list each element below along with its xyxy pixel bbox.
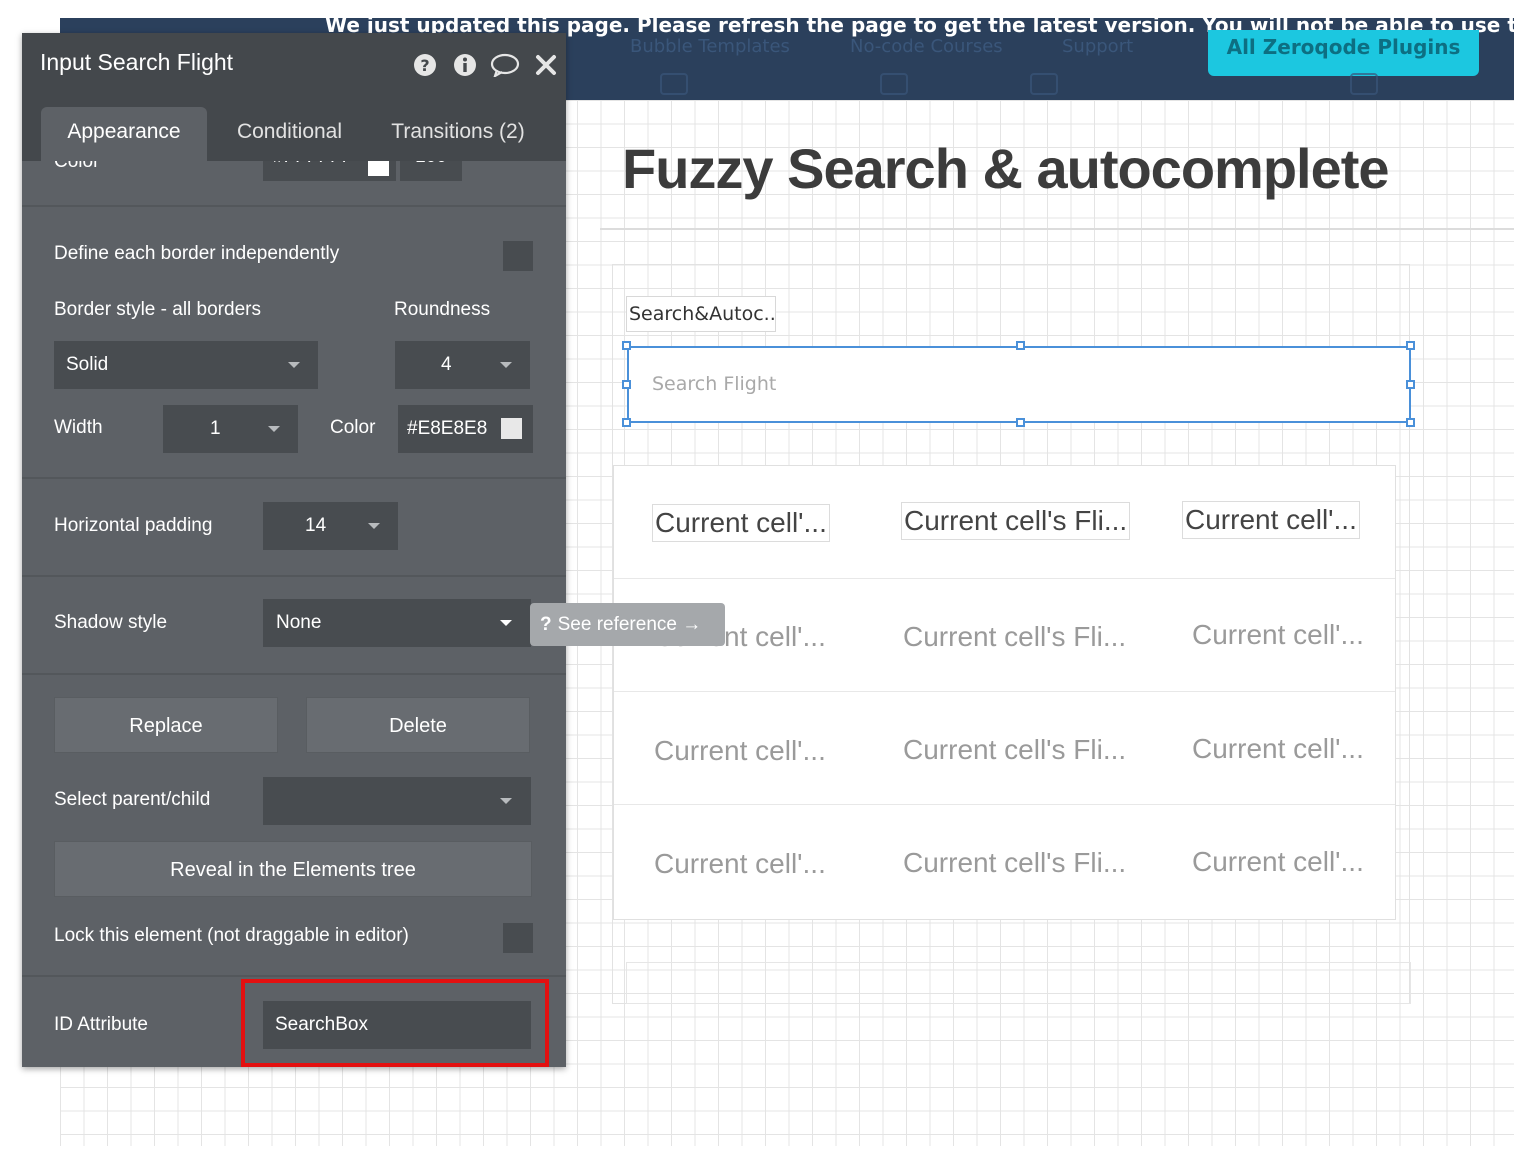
font-color-swatch[interactable]: [368, 161, 389, 176]
repeating-group[interactable]: Current cell'... Current cell's Fli... C…: [613, 465, 1396, 920]
nav-link-bubble-templates[interactable]: Bubble Templates: [630, 36, 790, 57]
border-width-value: 1: [210, 418, 221, 439]
resize-handle-right[interactable]: [1406, 380, 1415, 389]
cell-text[interactable]: Current cell'...: [1182, 501, 1360, 539]
tab-transitions[interactable]: Transitions (2): [378, 107, 538, 161]
resize-handle-bottom[interactable]: [1016, 418, 1025, 427]
info-icon[interactable]: [453, 53, 477, 77]
toolbar-icon: [1350, 73, 1378, 95]
border-style-value: Solid: [66, 354, 109, 375]
toolbar-icon: [660, 73, 688, 95]
svg-text:?: ?: [420, 56, 429, 75]
search-flight-input[interactable]: Search Flight: [627, 346, 1411, 423]
chevron-down-icon: [288, 362, 300, 368]
border-color-field[interactable]: #E8E8E8: [398, 405, 533, 453]
chevron-down-icon: [368, 523, 380, 529]
page-title[interactable]: Fuzzy Search & autocomplete: [622, 136, 1390, 201]
section-divider: [22, 575, 566, 577]
nav-link-no-code-courses[interactable]: No-code Courses: [850, 36, 1003, 57]
border-style-select[interactable]: Solid: [54, 341, 318, 389]
cell-text: Current cell'...: [1192, 846, 1364, 877]
table-row[interactable]: Current cell'... Current cell's Fli... C…: [614, 579, 1395, 692]
close-icon[interactable]: [534, 53, 558, 77]
chevron-down-icon: [500, 620, 512, 626]
cell-text: Current cell'...: [1192, 733, 1364, 764]
section-divider: [22, 975, 566, 977]
cell-text: Current cell'...: [1192, 619, 1364, 650]
border-style-label: Border style - all borders: [54, 299, 261, 320]
resize-handle-top-left[interactable]: [622, 341, 631, 350]
horizontal-padding-label: Horizontal padding: [54, 515, 213, 536]
all-plugins-button[interactable]: All Zeroqode Plugins: [1208, 30, 1479, 76]
lock-element-label: Lock this element (not draggable in edit…: [54, 925, 409, 946]
resize-handle-top-right[interactable]: [1406, 341, 1415, 350]
panel-header[interactable]: Input Search Flight ?: [22, 33, 566, 95]
section-divider: [22, 205, 566, 207]
select-parent-label: Select parent/child: [54, 789, 211, 810]
width-label: Width: [54, 417, 103, 438]
shadow-style-label: Shadow style: [54, 612, 168, 633]
table-row[interactable]: Current cell'... Current cell's Fli... C…: [614, 466, 1395, 579]
clipped-color-row: Color #FFFFFF 100: [22, 161, 566, 181]
tab-conditional[interactable]: Conditional: [222, 107, 357, 161]
see-reference-label: See reference →: [557, 614, 702, 635]
resize-handle-top[interactable]: [1016, 341, 1025, 350]
shadow-style-value: None: [276, 612, 322, 633]
delete-button[interactable]: Delete: [306, 697, 530, 753]
cell-text: Current cell's Fli...: [903, 734, 1127, 765]
chevron-down-icon: [268, 426, 280, 432]
roundness-value: 4: [441, 354, 452, 375]
see-reference-button[interactable]: ? See reference →: [530, 603, 725, 646]
select-parent-dropdown[interactable]: [263, 777, 531, 825]
resize-handle-bottom-left[interactable]: [622, 418, 631, 427]
roundness-select[interactable]: 4: [395, 341, 530, 389]
cell-text[interactable]: Current cell'...: [652, 504, 830, 542]
border-color-label: Color: [330, 417, 376, 438]
id-attribute-label: ID Attribute: [54, 1014, 148, 1035]
question-icon: ?: [540, 614, 552, 635]
font-opacity-field[interactable]: 100: [400, 161, 462, 181]
resize-handle-left[interactable]: [622, 380, 631, 389]
section-divider: [22, 477, 566, 479]
border-width-select[interactable]: 1: [163, 405, 298, 453]
comment-icon[interactable]: [490, 53, 520, 77]
cell-text: Current cell's Fli...: [903, 847, 1127, 878]
cell-text[interactable]: Current cell's Fli...: [901, 502, 1131, 540]
toolbar-icon: [880, 73, 908, 95]
section-divider: [22, 673, 566, 675]
shadow-style-select[interactable]: None: [263, 599, 531, 647]
id-attribute-input[interactable]: SearchBox: [263, 1001, 531, 1049]
panel-title: Input Search Flight: [40, 49, 234, 75]
group-label-element[interactable]: Search&Autoc...: [626, 296, 776, 332]
roundness-label: Roundness: [394, 299, 491, 320]
toolbar-icon: [1030, 73, 1058, 95]
property-editor-panel: Input Search Flight ? Appearance Conditi…: [22, 33, 566, 1067]
define-borders-label: Define each border independently: [54, 243, 340, 264]
chevron-down-icon: [500, 362, 512, 368]
title-divider: [600, 228, 1514, 230]
replace-button[interactable]: Replace: [54, 697, 278, 753]
horizontal-padding-value: 14: [305, 515, 327, 536]
table-row[interactable]: Current cell'... Current cell's Fli... C…: [614, 692, 1395, 805]
reveal-in-tree-button[interactable]: Reveal in the Elements tree: [54, 841, 532, 897]
panel-tabs: Appearance Conditional Transitions (2): [22, 95, 566, 161]
help-icon[interactable]: ?: [413, 53, 437, 77]
cell-text: Current cell'...: [654, 848, 826, 879]
lock-element-checkbox[interactable]: [503, 923, 533, 953]
nav-link-support[interactable]: Support: [1062, 36, 1133, 57]
border-color-swatch[interactable]: [501, 418, 522, 439]
tab-appearance[interactable]: Appearance: [41, 107, 207, 161]
color-label: Color: [54, 161, 100, 172]
cell-text: Current cell's Fli...: [903, 621, 1127, 652]
cell-text: Current cell'...: [654, 735, 826, 766]
table-row[interactable]: Current cell'... Current cell's Fli... C…: [614, 805, 1395, 918]
horizontal-padding-select[interactable]: 14: [263, 502, 398, 550]
chevron-down-icon: [500, 798, 512, 804]
empty-element[interactable]: [626, 962, 1411, 1004]
define-borders-checkbox[interactable]: [503, 241, 533, 271]
resize-handle-bottom-right[interactable]: [1406, 418, 1415, 427]
border-color-value: #E8E8E8: [407, 418, 488, 439]
